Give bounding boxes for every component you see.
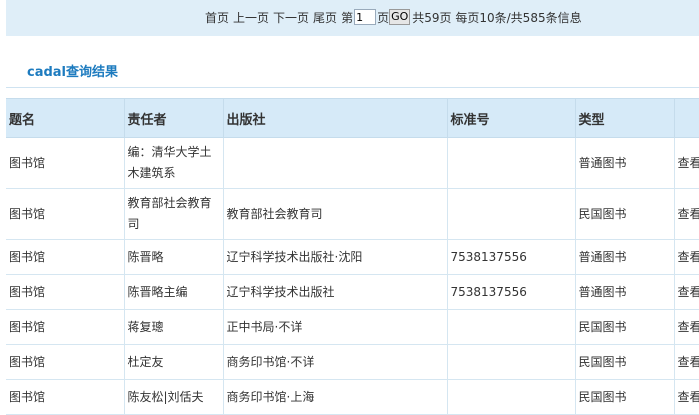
cell-publisher [223,137,448,189]
cell-author: 蒋复璁 [124,309,224,345]
cell-publisher: 商务印书馆·上海 [223,379,448,415]
cell-title: 图书馆 [6,137,125,189]
page-suffix-label: 页 [377,10,390,25]
cell-type: 普通图书 [575,137,675,189]
cell-author: 杜定友 [124,344,224,380]
cell-title: 图书馆 [6,309,125,345]
page-prefix-label: 第 [341,10,354,25]
header-isbn: 标准号 [447,98,576,138]
cell-type: 民国图书 [575,188,675,240]
cell-isbn [447,188,576,240]
prev-page-link[interactable]: 上一页 [233,9,269,26]
cell-publisher: 商务印书馆·不详 [223,344,448,380]
view-link[interactable]: 查看 [674,188,699,240]
view-link[interactable]: 查看 [674,309,699,345]
cell-publisher: 辽宁科学技术出版社 [223,274,448,310]
cell-publisher: 教育部社会教育司 [223,188,448,240]
table-row: 图书馆 陈晋略 辽宁科学技术出版社·沈阳 7538137556 普通图书 查看 [6,239,699,275]
page-summary: 共59页 每页10条/共585条信息 [412,10,582,25]
pagination-bar: 首页 上一页 下一页 尾页 第 页 GO 共59页 每页10条/共585条信息 [6,0,699,36]
table-row: 图书馆 蒋复璁 正中书局·不详 民国图书 查看 [6,309,699,345]
last-page-link[interactable]: 尾页 [313,9,337,26]
go-button[interactable]: GO [389,9,411,25]
results-table: 题名 责任者 出版社 标准号 类型 图书馆 编：清华大学土木建筑系 普通图书 查… [6,98,699,415]
view-link[interactable]: 查看 [674,239,699,275]
cell-author: 陈晋略 [124,239,224,275]
table-row: 图书馆 教育部社会教育司 教育部社会教育司 民国图书 查看 [6,188,699,240]
table-header-row: 题名 责任者 出版社 标准号 类型 [6,98,699,138]
table-row: 图书馆 杜定友 商务印书馆·不详 民国图书 查看 [6,344,699,380]
cell-type: 普通图书 [575,274,675,310]
first-page-link[interactable]: 首页 [205,9,229,26]
view-link[interactable]: 查看 [674,344,699,380]
cell-type: 民国图书 [575,309,675,345]
cell-isbn [447,137,576,189]
table-row: 图书馆 编：清华大学土木建筑系 普通图书 查看 [6,137,699,189]
section-divider [6,87,699,88]
cell-author: 教育部社会教育司 [124,188,224,240]
header-type: 类型 [575,98,675,138]
header-action [674,98,699,138]
cell-title: 图书馆 [6,344,125,380]
page-number-input[interactable] [354,9,377,25]
cell-isbn [447,309,576,345]
cell-author: 编：清华大学土木建筑系 [124,137,224,189]
cell-title: 图书馆 [6,188,125,240]
cell-type: 民国图书 [575,379,675,415]
header-publisher: 出版社 [223,98,448,138]
results-section-title: cadal查询结果 [27,65,119,80]
cell-title: 图书馆 [6,379,125,415]
view-link[interactable]: 查看 [674,379,699,415]
cell-title: 图书馆 [6,274,125,310]
cell-type: 普通图书 [575,239,675,275]
cell-publisher: 正中书局·不详 [223,309,448,345]
cell-author: 陈晋略主编 [124,274,224,310]
pagination-controls: 首页 上一页 下一页 尾页 第 页 GO 共59页 每页10条/共585条信息 [205,8,582,26]
cell-publisher: 辽宁科学技术出版社·沈阳 [223,239,448,275]
table-row: 图书馆 陈友松|刘佸夫 商务印书馆·上海 民国图书 查看 [6,379,699,415]
next-page-link[interactable]: 下一页 [273,9,309,26]
table-row: 图书馆 陈晋略主编 辽宁科学技术出版社 7538137556 普通图书 查看 [6,274,699,310]
header-title: 题名 [6,98,125,138]
cell-isbn [447,379,576,415]
view-link[interactable]: 查看 [674,137,699,189]
view-link[interactable]: 查看 [674,274,699,310]
cell-isbn [447,344,576,380]
header-author: 责任者 [124,98,224,138]
cell-isbn: 7538137556 [447,239,576,275]
cell-title: 图书馆 [6,239,125,275]
cell-author: 陈友松|刘佸夫 [124,379,224,415]
cell-isbn: 7538137556 [447,274,576,310]
cell-type: 民国图书 [575,344,675,380]
